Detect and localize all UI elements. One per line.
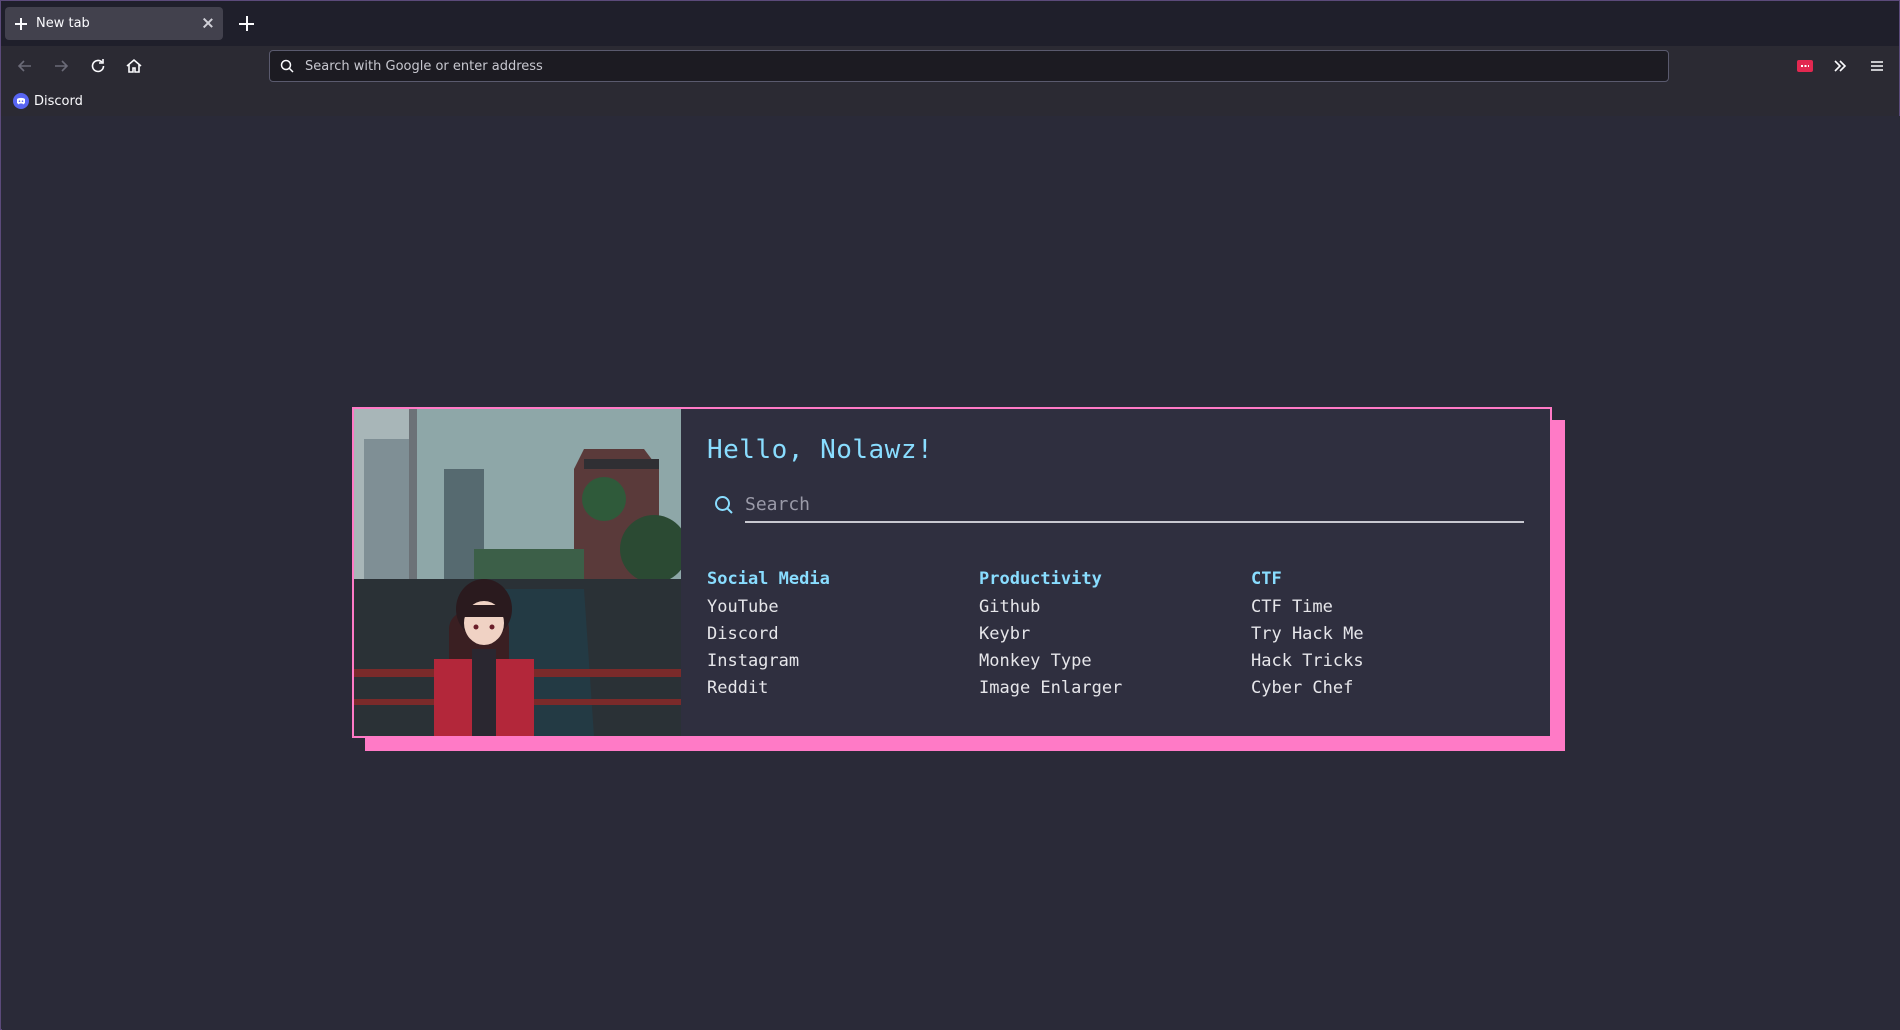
back-arrow-icon[interactable] bbox=[15, 56, 35, 76]
new-tab-button[interactable] bbox=[239, 16, 254, 31]
card-body: Hello, Nolawz! Social Media YouTube Disc… bbox=[681, 409, 1550, 736]
link-instagram[interactable]: Instagram bbox=[707, 648, 979, 675]
link-github[interactable]: Github bbox=[979, 594, 1251, 621]
search-bar bbox=[707, 487, 1524, 523]
column-productivity: Productivity Github Keybr Monkey Type Im… bbox=[979, 569, 1251, 702]
search-icon bbox=[715, 496, 733, 514]
column-ctf: CTF CTF Time Try Hack Me Hack Tricks Cyb… bbox=[1251, 569, 1523, 702]
column-title: Productivity bbox=[979, 569, 1102, 589]
link-monkey-type[interactable]: Monkey Type bbox=[979, 648, 1251, 675]
bookmark-discord[interactable]: Discord bbox=[13, 90, 83, 112]
address-bar[interactable]: Search with Google or enter address bbox=[269, 50, 1669, 82]
link-keybr[interactable]: Keybr bbox=[979, 621, 1251, 648]
close-tab-icon[interactable] bbox=[201, 16, 215, 30]
forward-arrow-icon[interactable] bbox=[51, 56, 71, 76]
browser-window: New tab Search with Google or enter addr… bbox=[0, 0, 1900, 1030]
link-discord[interactable]: Discord bbox=[707, 621, 979, 648]
home-icon[interactable] bbox=[124, 56, 144, 76]
link-try-hack-me[interactable]: Try Hack Me bbox=[1251, 621, 1523, 648]
reload-icon[interactable] bbox=[88, 56, 108, 76]
navigation-toolbar: Search with Google or enter address bbox=[1, 46, 1899, 86]
bookmarks-toolbar: Discord bbox=[1, 86, 1899, 116]
column-title: CTF bbox=[1251, 569, 1282, 589]
link-ctf-time[interactable]: CTF Time bbox=[1251, 594, 1523, 621]
pixel-art-image bbox=[354, 409, 681, 736]
link-hack-tricks[interactable]: Hack Tricks bbox=[1251, 648, 1523, 675]
tab-title: New tab bbox=[36, 16, 90, 31]
column-title: Social Media bbox=[707, 569, 830, 589]
link-youtube[interactable]: YouTube bbox=[707, 594, 979, 621]
link-columns: Social Media YouTube Discord Instagram R… bbox=[707, 569, 1524, 702]
menu-hamburger-icon[interactable] bbox=[1867, 56, 1887, 76]
tab-new-tab[interactable]: New tab bbox=[5, 7, 223, 40]
startpage-card: Hello, Nolawz! Social Media YouTube Disc… bbox=[352, 407, 1552, 738]
overflow-chevron-icon[interactable] bbox=[1830, 56, 1850, 76]
column-social-media: Social Media YouTube Discord Instagram R… bbox=[707, 569, 979, 702]
search-input[interactable] bbox=[745, 487, 1524, 523]
address-placeholder: Search with Google or enter address bbox=[305, 58, 543, 74]
link-cyber-chef[interactable]: Cyber Chef bbox=[1251, 675, 1523, 702]
startpage: Hello, Nolawz! Social Media YouTube Disc… bbox=[2, 116, 1900, 1030]
search-icon bbox=[280, 59, 294, 73]
link-image-enlarger[interactable]: Image Enlarger bbox=[979, 675, 1251, 702]
link-reddit[interactable]: Reddit bbox=[707, 675, 979, 702]
discord-icon bbox=[13, 93, 29, 109]
extension-icon[interactable] bbox=[1795, 56, 1815, 76]
tab-strip: New tab bbox=[1, 1, 1899, 46]
bookmark-label: Discord bbox=[34, 93, 83, 109]
greeting-heading: Hello, Nolawz! bbox=[707, 435, 934, 465]
new-tab-page-icon bbox=[14, 17, 28, 31]
